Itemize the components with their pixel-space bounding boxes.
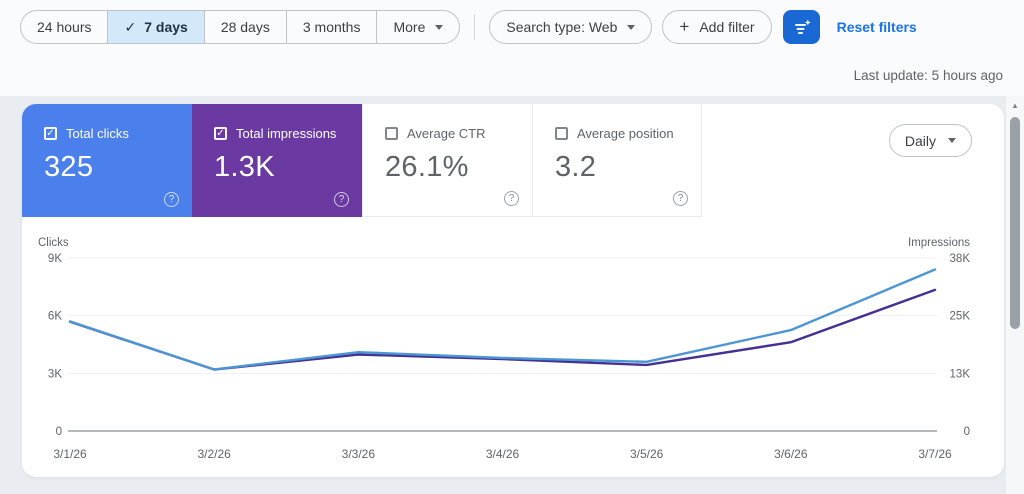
plus-icon: + — [679, 17, 690, 36]
checkbox-unchecked-icon[interactable] — [385, 127, 398, 140]
total-clicks-card[interactable]: ✓ Total clicks 325 ? — [22, 104, 192, 217]
add-filter-button[interactable]: + Add filter — [662, 10, 772, 44]
search-type-dropdown[interactable]: Search type: Web — [489, 10, 653, 44]
checkbox-checked-icon[interactable]: ✓ — [44, 127, 57, 140]
date-range-label: 3 months — [302, 19, 361, 35]
date-range-label: 7 days — [144, 19, 188, 35]
date-range-7-days[interactable]: ✓ 7 days — [107, 11, 204, 43]
checkbox-unchecked-icon[interactable] — [555, 127, 568, 140]
date-range-24-hours[interactable]: 24 hours — [21, 11, 107, 43]
add-filter-label: Add filter — [699, 19, 755, 35]
checkbox-checked-icon[interactable]: ✓ — [214, 127, 227, 140]
metric-label: Total clicks — [66, 126, 129, 141]
vertical-scrollbar[interactable]: ▲ — [1006, 96, 1024, 494]
average-ctr-card[interactable]: Average CTR 26.1% ? — [362, 104, 532, 217]
tune-filter-icon — [794, 19, 811, 34]
help-icon[interactable]: ? — [504, 191, 519, 206]
check-icon: ✓ — [124, 18, 137, 35]
svg-text:0: 0 — [56, 426, 62, 438]
chevron-down-icon — [948, 138, 956, 143]
svg-text:38K: 38K — [950, 253, 971, 265]
svg-text:3/7/26: 3/7/26 — [918, 447, 952, 461]
metric-label: Total impressions — [236, 126, 337, 141]
svg-text:3/4/26: 3/4/26 — [486, 447, 520, 461]
svg-text:3/2/26: 3/2/26 — [197, 447, 231, 461]
svg-text:3/1/26: 3/1/26 — [53, 447, 87, 461]
svg-text:Impressions: Impressions — [908, 237, 970, 249]
metric-cards-row: ✓ Total clicks 325 ? ✓ Total impressions… — [22, 104, 1004, 217]
svg-text:3/6/26: 3/6/26 — [774, 447, 808, 461]
svg-text:3K: 3K — [48, 368, 62, 380]
performance-panel: ✓ Total clicks 325 ? ✓ Total impressions… — [22, 104, 1004, 477]
metric-label: Average position — [577, 126, 674, 141]
granularity-dropdown[interactable]: Daily — [888, 124, 972, 157]
svg-text:3/3/26: 3/3/26 — [342, 447, 376, 461]
chevron-down-icon — [627, 24, 636, 30]
toolbar-divider — [474, 14, 476, 40]
metric-value: 1.3K — [214, 151, 275, 183]
help-icon[interactable]: ? — [334, 192, 349, 207]
svg-text:6K: 6K — [48, 311, 62, 323]
filter-settings-button[interactable] — [782, 10, 820, 44]
last-update-text: Last update: 5 hours ago — [853, 68, 1003, 83]
svg-text:0: 0 — [964, 426, 970, 438]
metric-value: 325 — [44, 151, 94, 183]
search-type-label: Search type: Web — [506, 19, 618, 35]
total-impressions-card[interactable]: ✓ Total impressions 1.3K ? — [192, 104, 362, 217]
svg-text:Clicks: Clicks — [38, 237, 69, 249]
reset-filters-link[interactable]: Reset filters — [837, 19, 917, 35]
granularity-label: Daily — [904, 132, 936, 149]
help-icon[interactable]: ? — [164, 192, 179, 207]
filter-toolbar: 24 hours ✓ 7 days 28 days 3 months More … — [20, 10, 917, 44]
date-range-segmented-control: 24 hours ✓ 7 days 28 days 3 months More — [20, 10, 461, 44]
scrollbar-thumb[interactable] — [1010, 117, 1020, 329]
metric-label: Average CTR — [407, 126, 486, 141]
date-range-label: 24 hours — [37, 19, 92, 35]
more-label: More — [393, 19, 426, 35]
chevron-down-icon — [435, 24, 444, 30]
metric-value: 26.1% — [385, 151, 469, 183]
date-range-more-dropdown[interactable]: More — [376, 11, 459, 43]
metric-value: 3.2 — [555, 151, 597, 183]
svg-text:25K: 25K — [950, 311, 971, 323]
svg-text:9K: 9K — [48, 253, 62, 265]
svg-text:3/5/26: 3/5/26 — [630, 447, 664, 461]
average-position-card[interactable]: Average position 3.2 ? — [532, 104, 702, 217]
performance-line-chart[interactable]: 0 0 3K 13K 6K 25K 9K 38K Clicks Impressions 3/1/26… — [22, 226, 1004, 476]
date-range-label: 28 days — [220, 19, 270, 35]
scrollbar-up-arrow-icon[interactable]: ▲ — [1006, 101, 1024, 110]
date-range-28-days[interactable]: 28 days — [203, 11, 286, 43]
svg-text:13K: 13K — [950, 368, 971, 380]
date-range-3-months[interactable]: 3 months — [285, 11, 377, 43]
help-icon[interactable]: ? — [673, 191, 688, 206]
